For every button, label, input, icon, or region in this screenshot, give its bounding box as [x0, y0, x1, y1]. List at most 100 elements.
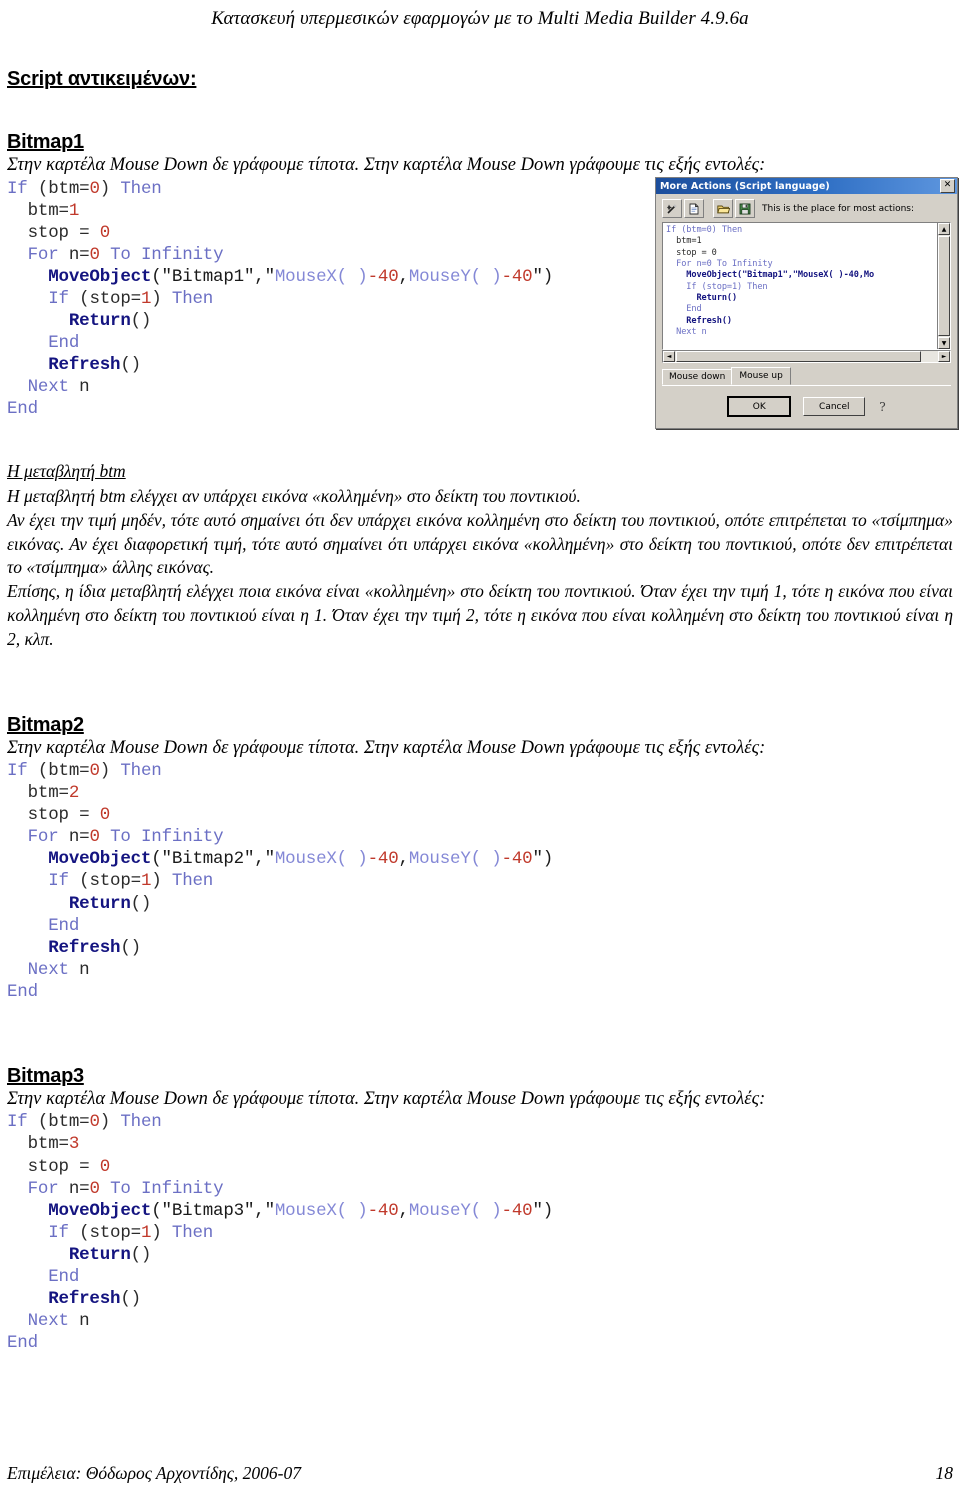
scroll-down-arrow-icon[interactable]: ▼ [938, 337, 950, 349]
dlg-line-1: If (btm=0) Then [666, 225, 743, 235]
kw-if-inner: If [48, 871, 69, 892]
var-stop: stop = [27, 222, 100, 243]
scroll-up-arrow-icon[interactable]: ▲ [938, 223, 950, 235]
horizontal-scrollbar[interactable]: ◄ ► [662, 350, 951, 363]
dlg-line-6: If (stop=1) Then [666, 281, 768, 292]
moveobject-args-close: ") [532, 266, 554, 287]
offset-y: -40 [501, 266, 533, 287]
literal-zero: 0 [89, 178, 100, 199]
kw-to: To [110, 1178, 131, 1199]
help-icon[interactable]: ? [879, 400, 885, 414]
fn-return: Return [68, 310, 131, 331]
fn-mousey: MouseY( ) [408, 1200, 502, 1221]
kw-then: Then [120, 1112, 162, 1133]
footer-credit: Επιμέλεια: Θόδωρος Αρχοντίδης, 2006-07 [7, 1463, 301, 1483]
offset-y: -40 [501, 1200, 533, 1221]
offset-x: -40 [367, 849, 399, 870]
moveobject-args-close: ") [532, 849, 554, 870]
arg-comma: , [398, 1200, 410, 1221]
scroll-left-arrow-icon[interactable]: ◄ [663, 351, 675, 362]
return-parens: () [130, 1244, 152, 1265]
save-disk-icon[interactable] [735, 199, 755, 218]
literal-one: 1 [140, 871, 152, 892]
literal-one: 1 [140, 288, 152, 309]
kw-for: For [27, 827, 59, 848]
loop-start: 0 [89, 827, 100, 848]
kw-end-inner: End [48, 333, 80, 353]
dialog-title: More Actions (Script language) [660, 180, 830, 192]
vertical-scroll-thumb[interactable] [938, 236, 950, 336]
kw-for: For [27, 1178, 59, 1199]
fn-mousex: MouseX( ) [274, 1200, 368, 1221]
object-heading-bitmap2: Bitmap2 [7, 713, 84, 736]
next-var: n [79, 377, 90, 398]
kw-end-outer: End [7, 399, 38, 420]
wand-icon[interactable] [662, 199, 682, 218]
close-icon[interactable]: ✕ [940, 179, 955, 193]
moveobject-args-open: ("Bitmap2"," [151, 849, 275, 870]
dlg-line-8: End [666, 304, 702, 315]
refresh-parens: () [120, 355, 141, 376]
explanation-para-3: Επίσης, η ίδια μεταβλητή ελέγχει ποια ει… [7, 581, 953, 649]
kw-end-outer: End [7, 1332, 38, 1353]
more-actions-dialog[interactable]: More Actions (Script language) ✕ This is… [655, 177, 958, 429]
kw-if: If [7, 178, 28, 199]
dialog-tabs: Mouse down Mouse up [662, 367, 951, 386]
dlg-line-4: For n=0 To Infinity [666, 259, 773, 270]
object-heading-bitmap1: Bitmap1 [7, 131, 84, 153]
dlg-line-5: MoveObject("Bitmap1","MouseX( )-40,Mo [666, 270, 875, 281]
code-block-bitmap3: If (btm=0) Then btm=3 stop = 0 For n=0 T… [7, 1111, 953, 1354]
kw-for: For [27, 244, 59, 265]
toolbar-hint-label: This is the place for most actions: [762, 203, 915, 214]
return-parens: () [130, 893, 152, 914]
dialog-titlebar[interactable]: More Actions (Script language) ✕ [656, 178, 957, 194]
script-editor-code[interactable]: If (btm=0) Then btm=1 stop = 0 For n=0 T… [666, 225, 950, 338]
arg-comma: , [398, 849, 410, 870]
inner-cond-open: (stop= [79, 288, 141, 309]
fn-refresh: Refresh [48, 1288, 121, 1309]
new-document-icon[interactable] [684, 199, 704, 218]
loop-var: n= [68, 1178, 90, 1199]
fn-moveobject: MoveObject [48, 849, 152, 870]
object-heading-bitmap3: Bitmap3 [7, 1064, 84, 1087]
stop-value: 0 [99, 1156, 111, 1177]
fn-moveobject: MoveObject [48, 266, 152, 287]
moveobject-args-close: ") [532, 1200, 554, 1221]
var-stop: stop = [27, 805, 100, 826]
dialog-body: This is the place for most actions: If (… [656, 194, 957, 421]
explanation-title: Η μεταβλητή btm [7, 461, 126, 482]
return-parens: () [130, 310, 152, 331]
vertical-scrollbar[interactable]: ▲ ▼ [937, 223, 950, 349]
offset-x: -40 [367, 1200, 399, 1221]
horizontal-scroll-thumb[interactable] [676, 351, 921, 362]
btm-value: 1 [68, 200, 80, 221]
cancel-button[interactable]: Cancel [803, 397, 866, 416]
tab-mouse-up[interactable]: Mouse up [731, 367, 791, 385]
page-footer: Επιμέλεια: Θόδωρος Αρχοντίδης, 2006-07 1… [7, 1463, 953, 1484]
stop-value: 0 [99, 222, 111, 243]
code-block-bitmap2: If (btm=0) Then btm=2 stop = 0 For n=0 T… [7, 760, 953, 1003]
ok-button[interactable]: OK [727, 396, 792, 417]
explanation-para-1: Η μεταβλητή btm ελέγχει αν υπάρχει εικόν… [7, 485, 581, 506]
kw-infinity: Infinity [140, 244, 224, 265]
cond-close: ) [99, 1112, 111, 1133]
loop-start: 0 [89, 244, 100, 265]
tab-mouse-down[interactable]: Mouse down [662, 369, 733, 385]
dialog-toolbar: This is the place for most actions: [662, 199, 951, 218]
kw-next: Next [27, 959, 69, 980]
script-editor[interactable]: If (btm=0) Then btm=1 stop = 0 For n=0 T… [662, 222, 951, 350]
literal-one: 1 [140, 1222, 152, 1243]
scroll-right-arrow-icon[interactable]: ► [938, 351, 950, 362]
kw-next: Next [27, 1310, 69, 1331]
page-title: Script αντικειμένων: [7, 68, 197, 90]
footer-page-number: 18 [935, 1463, 954, 1483]
kw-if-inner: If [48, 1222, 69, 1243]
fn-refresh: Refresh [48, 937, 121, 958]
dialog-button-row: OK Cancel ? [662, 396, 951, 417]
moveobject-args-open: ("Bitmap1"," [151, 266, 275, 287]
inner-cond-close: ) [151, 871, 162, 892]
btm-value: 2 [68, 783, 80, 804]
explanation-para-2: Αν έχει την τιμή μηδέν, τότε αυτό σημαίν… [7, 509, 953, 578]
open-folder-icon[interactable] [713, 199, 733, 218]
cond-open: (btm= [37, 178, 90, 199]
